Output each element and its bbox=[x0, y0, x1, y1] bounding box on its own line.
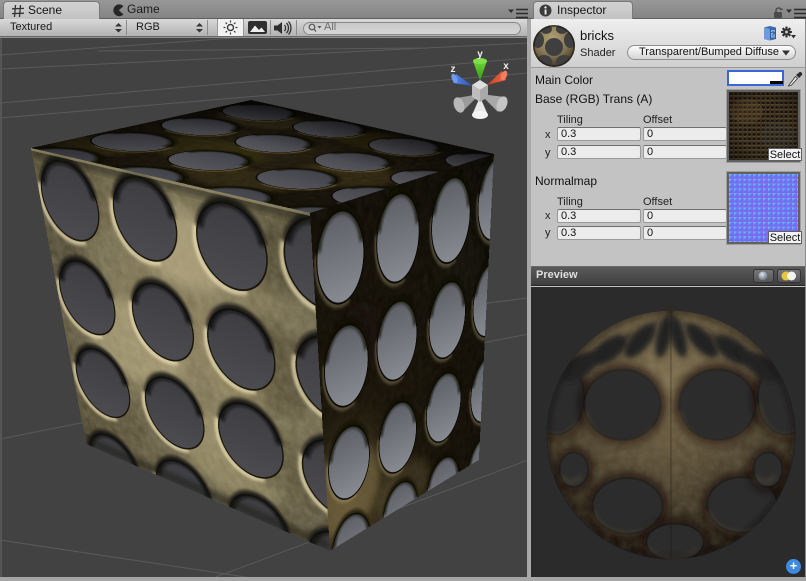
svg-text:y: y bbox=[477, 49, 483, 60]
svg-text:x: x bbox=[503, 61, 509, 72]
svg-text:z: z bbox=[451, 64, 456, 75]
svg-text:?: ? bbox=[771, 32, 775, 39]
